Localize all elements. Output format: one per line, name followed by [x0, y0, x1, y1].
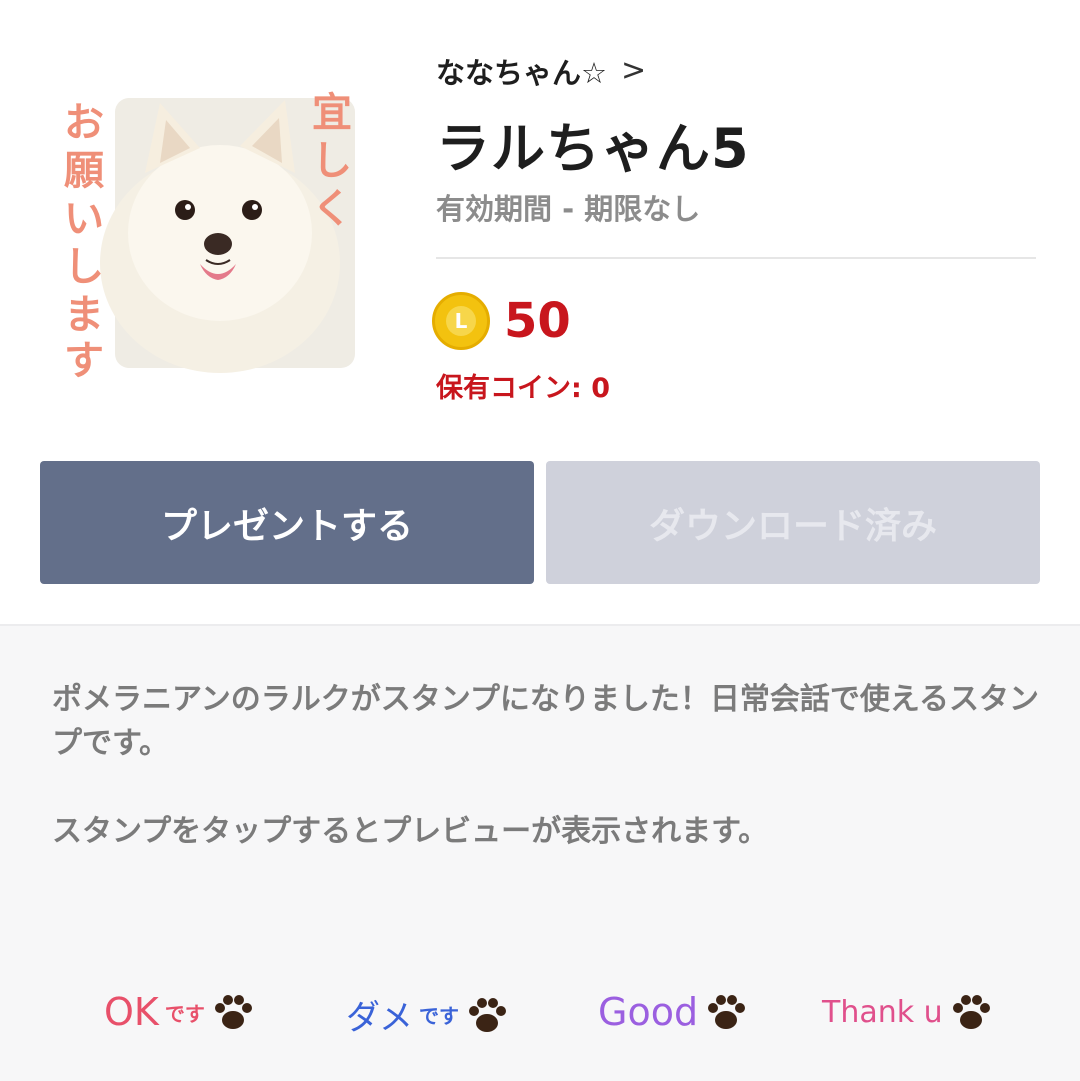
sticker-label: ダメ — [346, 998, 413, 1038]
owned-coins: 保有コイン: 0 — [436, 373, 610, 404]
author-link[interactable]: ななちゃん☆ > — [436, 50, 646, 92]
sticker-label: Thank u — [822, 994, 943, 1030]
validity-period: 有効期間 - 期限なし — [436, 192, 701, 226]
description-section: ポメラニアンのラルクがスタンプになりました！日常会話で使えるスタンプです。 スタ… — [0, 624, 1080, 1081]
present-button[interactable]: プレゼントする — [40, 461, 534, 584]
author-name: ななちゃん☆ — [436, 56, 607, 90]
paw-icon — [214, 995, 252, 1029]
line-coin-icon: L — [432, 292, 490, 350]
paw-icon — [468, 997, 506, 1032]
sticker-preview-row: OK です ダメ です Good Thank u — [0, 990, 1080, 1050]
caption-left-6: す — [64, 338, 104, 378]
paw-icon — [952, 995, 990, 1029]
description-text: ポメラニアンのラルクがスタンプになりました！日常会話で使えるスタンプです。 スタ… — [52, 678, 1042, 854]
description-line-1: ポメラニアンのラルクがスタンプになりました！日常会話で使えるスタンプです。 — [52, 682, 1039, 761]
downloaded-button: ダウンロード済み — [546, 461, 1040, 584]
caption-left-3: い — [64, 196, 104, 242]
caption-right-1: 宜 — [312, 90, 352, 136]
sticker-sublabel: です — [418, 1004, 459, 1028]
sticker-sublabel: です — [164, 1001, 205, 1026]
price-row: L 50 — [432, 292, 571, 350]
sticker-label: OK — [104, 990, 159, 1034]
caption-left-4: し — [64, 244, 104, 290]
sticker-preview-dame[interactable]: ダメ です — [346, 990, 509, 1039]
caption-left-1: お — [64, 100, 104, 146]
sticker-preview-thanku[interactable]: Thank u — [822, 990, 993, 1034]
sticker-main-image[interactable]: 宜 し く お 願 い し ま す — [60, 78, 360, 378]
paw-icon — [708, 995, 746, 1029]
description-line-2: スタンプをタップするとプレビューが表示されます。 — [52, 814, 769, 849]
caption-left-2: 願 — [64, 148, 104, 194]
caption-right-2: し — [312, 138, 352, 184]
caption-left-5: ま — [64, 292, 104, 338]
sticker-label: Good — [598, 990, 699, 1034]
divider — [436, 257, 1036, 259]
price-amount: 50 — [504, 293, 571, 349]
pomeranian-sticker-illustration: 宜 し く お 願 い し ま す — [64, 90, 355, 378]
chevron-right-icon: > — [621, 52, 647, 88]
sticker-preview-ok[interactable]: OK です — [104, 990, 255, 1034]
product-title: ラルちゃん5 — [436, 117, 750, 180]
caption-right-3: く — [312, 186, 352, 232]
sticker-preview-good[interactable]: Good — [598, 990, 748, 1034]
